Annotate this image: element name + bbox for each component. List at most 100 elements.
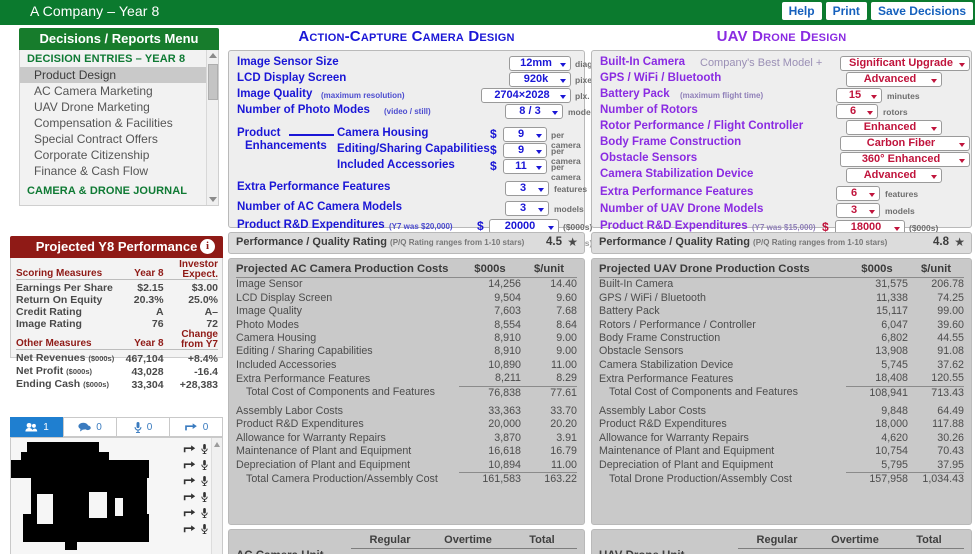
cost-thousands: 10,894 [488, 458, 521, 471]
tab-microphone[interactable]: 0 [116, 417, 169, 437]
help-button[interactable]: Help [781, 2, 822, 20]
design-row-built-in-camera: Built-In Camera Company's Best Model + S… [600, 56, 970, 72]
row-label: Credit Rating [16, 305, 82, 318]
battery-pack-dropdown[interactable]: 15 [836, 88, 882, 103]
row-label: Number of UAV Drone Models [600, 203, 764, 215]
list-item[interactable] [183, 476, 208, 486]
design-row-included-accessories: Included Accessories $ 11 per camera [237, 159, 581, 182]
extra-performance-features-dropdown[interactable]: 6 [836, 186, 880, 201]
sidebar-item-product-design[interactable]: Product Design [20, 67, 218, 83]
row-value-year8: $2.15 [137, 281, 164, 294]
cost-thousands: 11,338 [876, 291, 908, 304]
cost-per-unit: 44.55 [937, 332, 964, 345]
share-icon [183, 493, 196, 501]
sidebar-item-uav-drone-marketing[interactable]: UAV Drone Marketing [20, 99, 218, 115]
image-sensor-size-dropdown[interactable]: 12mm [509, 56, 571, 71]
cost-thousands: 7,603 [494, 305, 521, 318]
table-row: Credit Rating A A– [16, 306, 218, 318]
sidebar-item-compensation-facilities[interactable]: Compensation & Facilities [20, 115, 218, 131]
gps-wifi-bluetooth-dropdown[interactable]: Advanced [846, 72, 942, 87]
obstacle-sensors-dropdown[interactable]: 360° Enhanced [840, 152, 970, 167]
editing-sharing-dropdown[interactable]: 9 [503, 143, 547, 158]
cost-per-unit: 16.79 [550, 445, 577, 458]
body-frame-construction-dropdown[interactable]: Carbon Fiber [840, 136, 970, 151]
camera-housing-dropdown[interactable]: 9 [503, 127, 547, 142]
table-row: UAV Drone Unit Assembly (000s) 152.7 0.0… [599, 549, 964, 554]
dropdown-value: 2704×2028 [494, 89, 550, 101]
tab-chat[interactable]: 0 [63, 417, 116, 437]
row-value-change: +28,383 [179, 379, 218, 392]
row-label: Body Frame Construction [600, 136, 742, 148]
dropdown-value: 9 [517, 128, 525, 140]
camera-stabilization-dropdown[interactable]: Advanced [846, 168, 942, 183]
drone-assembly-table: Regular Overtime Total UAV Drone Unit As… [599, 533, 964, 554]
row-label-sub: ($000s) [83, 380, 109, 390]
number-of-drone-models-dropdown[interactable]: 3 [836, 203, 880, 218]
cost-thousands: 14,256 [488, 278, 521, 291]
row-label: Number of Rotors [600, 104, 698, 116]
cost-thousands: 3,870 [494, 431, 521, 444]
chevron-down-icon [560, 79, 566, 83]
cost-thousands: 13,908 [875, 345, 908, 358]
row-value-expect: A– [204, 305, 218, 318]
sidebar-item-special-contract-offers[interactable]: Special Contract Offers [20, 131, 218, 147]
investor-expect-header-2: Expect. [182, 268, 218, 280]
cost-thousands: 161,583 [459, 472, 521, 487]
table-header-row: Projected AC Camera Production Costs $00… [236, 263, 577, 279]
top-bar-actions: Help Print Save Decisions [781, 2, 973, 20]
table-row: Net Revenues ($000s) 467,104 +8.4% [16, 352, 218, 365]
number-of-camera-models-dropdown[interactable]: 3 [505, 201, 549, 216]
cost-per-unit: 37.95 [937, 458, 964, 471]
scroll-up-arrow-icon[interactable] [209, 53, 217, 58]
list-item[interactable] [183, 508, 208, 518]
row-unit: ($000s) [563, 222, 593, 232]
scroll-down-arrow-icon[interactable] [209, 197, 217, 202]
included-accessories-dropdown[interactable]: 11 [503, 159, 547, 174]
costs-title: Projected AC Camera Production Costs [236, 263, 459, 279]
lcd-display-screen-dropdown[interactable]: 920k [509, 72, 571, 87]
table-row: Return On Equity 20.3% 25.0% [16, 294, 218, 306]
chevron-down-icon [869, 210, 875, 214]
change-header-2: from Y7 [180, 338, 218, 350]
number-of-rotors-dropdown[interactable]: 6 [836, 104, 878, 119]
cost-per-unit: 77.61 [521, 385, 577, 401]
list-item[interactable] [183, 524, 208, 534]
cost-per-unit: 9.60 [556, 291, 577, 304]
scroll-up-arrow-icon[interactable] [214, 442, 220, 447]
sidebar-item-ac-camera-marketing[interactable]: AC Camera Marketing [20, 83, 218, 99]
participant-video-panel[interactable] [10, 437, 223, 554]
product-enhancements-label-line1: Product [237, 127, 281, 139]
built-in-camera-dropdown[interactable]: Significant Upgrade [840, 56, 970, 71]
extra-performance-features-dropdown[interactable]: 3 [505, 181, 549, 196]
dropdown-value: 6 [849, 105, 857, 117]
tab-participants[interactable]: 1 [10, 417, 63, 437]
scrollbar-thumb[interactable] [208, 64, 218, 100]
photo-modes-dropdown[interactable]: 8 / 3 [505, 104, 563, 119]
save-decisions-button[interactable]: Save Decisions [870, 2, 973, 20]
application-window: A Company – Year 8 Help Print Save Decis… [0, 0, 975, 554]
sidebar-item-finance-cash-flow[interactable]: Finance & Cash Flow [20, 163, 218, 179]
sidebar-item-corporate-citizenship[interactable]: Corporate Citizenship [20, 147, 218, 163]
info-icon[interactable]: i [200, 239, 215, 254]
tab-share[interactable]: 0 [169, 417, 223, 437]
cost-per-unit: 11.00 [551, 358, 577, 371]
cost-label: Allowance for Warranty Repairs [599, 431, 749, 444]
print-button[interactable]: Print [825, 2, 867, 20]
row-sublabel: (maximum flight time) [680, 91, 764, 100]
cost-label: Built-In Camera [599, 278, 674, 291]
rotor-performance-dropdown[interactable]: Enhanced [846, 120, 942, 135]
cost-per-unit: 70.43 [937, 445, 964, 458]
built-in-camera-note: Company's Best Model + [700, 57, 823, 69]
image-quality-dropdown[interactable]: 2704×2028 [481, 88, 571, 103]
chevron-down-icon [552, 111, 558, 115]
list-item[interactable] [183, 444, 208, 454]
row-label: Number of AC Camera Models [237, 201, 403, 213]
cost-per-unit: 9.00 [556, 332, 577, 345]
pq-value: 4.5 [546, 236, 562, 248]
list-item[interactable] [183, 460, 208, 470]
list-item[interactable] [183, 492, 208, 502]
menu-scrollbar[interactable] [206, 50, 218, 205]
participant-scrollbar[interactable] [211, 438, 222, 554]
chevron-down-icon [959, 63, 965, 67]
performance-table: Scoring Measures Year 8 Investor Expect.… [16, 260, 218, 391]
